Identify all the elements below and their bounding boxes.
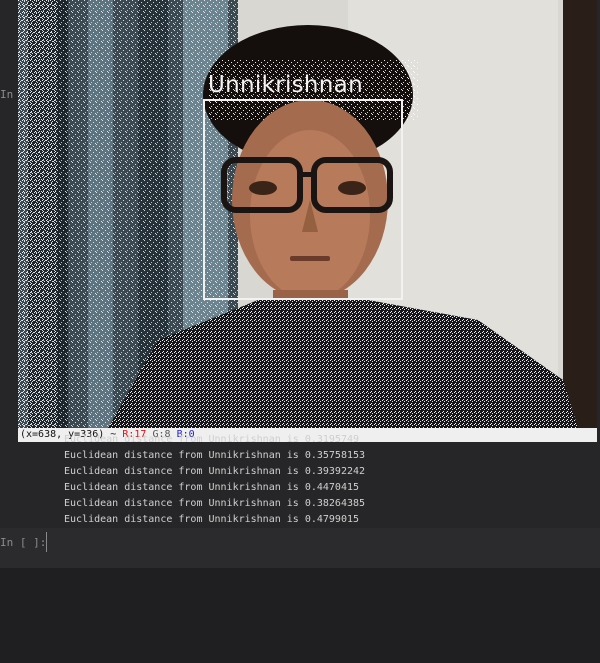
code-input[interactable] bbox=[46, 532, 600, 552]
output-line: Euclidean distance from Unnikrishnan is … bbox=[64, 498, 366, 509]
output-line: Euclidean distance from Unnikrishnan is … bbox=[64, 514, 360, 525]
output-line: Euclidean distance from Unnikrishnan is … bbox=[64, 466, 366, 477]
output-line: Euclidean distance from Unnikrishnan is … bbox=[64, 434, 360, 445]
input-prompt: In [ ]: bbox=[0, 536, 47, 549]
cell-output: Euclidean distance from Unnikrishnan is … bbox=[0, 434, 600, 528]
cell-prompt: In bbox=[0, 88, 14, 101]
notebook-empty-area bbox=[0, 568, 600, 663]
output-line: Euclidean distance from Unnikrishnan is … bbox=[64, 450, 366, 461]
camera-window[interactable]: Unnikrishnan (x=638, y=336) ~ R:17 G:8 B… bbox=[18, 0, 597, 442]
face-name-label: Unnikrishnan bbox=[208, 72, 363, 98]
output-line: Euclidean distance from Unnikrishnan is … bbox=[64, 482, 360, 493]
face-bounding-box bbox=[203, 99, 403, 300]
